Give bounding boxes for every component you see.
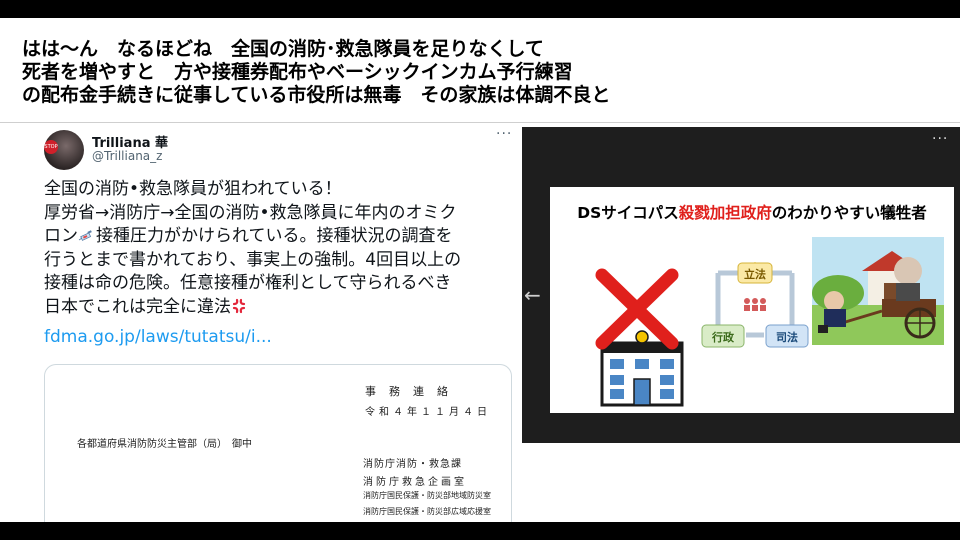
executive-label: 行政 (711, 330, 735, 344)
judiciary-label: 司法 (776, 330, 798, 344)
separation-of-powers-diagram: 立法 行政 司法 (701, 262, 809, 348)
tweet-text: 全国の消防•救急隊員が狙われている！ 厚労省→消防庁→全国の消防•救急隊員に年内… (44, 178, 522, 319)
document-sender: 消防庁国民保護・防災部広域応援室 (363, 507, 491, 516)
red-cross-mark-icon (595, 268, 679, 350)
viewer-more-options-icon[interactable]: ··· (932, 131, 948, 147)
tweet-more-options-icon[interactable]: ··· (496, 126, 512, 142)
headline-divider (0, 122, 960, 123)
tweet-text-line: ロン 接種圧力がかけられている。接種状況の調査を (44, 225, 522, 249)
rickshaw-illustration (812, 237, 944, 345)
slide-title-suffix: のわかりやすい犠牲者 (771, 204, 927, 222)
avatar[interactable]: STOP (44, 130, 84, 170)
tweet-card[interactable]: STOP Trilliana 華 @Trilliana_z ··· 全国の消防•… (28, 124, 522, 535)
bottom-letterbox-bar (0, 522, 960, 540)
headline-line-2: 死者を増やすと 方や接種券配布やベーシックインカム予行練習 (22, 61, 573, 83)
previous-arrow-icon[interactable]: ← (524, 285, 541, 305)
tweet-text-line: 接種は命の危険。任意接種が権利として守られるべき (44, 273, 452, 293)
headline-caption: はは〜ん なるほどね 全国の消防･救急隊員を足りなくして 死者を増やすと 方や接… (22, 38, 942, 107)
tweet-text-fragment: 接種圧力がかけられている。接種状況の調査を (96, 226, 453, 246)
tweet-text-line: 全国の消防•救急隊員が狙われている！ (44, 179, 342, 199)
document-recipient: 各都道府県消防防災主管部（局） 御中 (77, 439, 252, 450)
document-sender: 消防庁救急企画室 (363, 477, 467, 488)
image-viewer-panel[interactable]: ··· ← DSサイコパス殺戮加担政府のわかりやすい犠牲者 立法 行政 司法 (522, 127, 960, 443)
syringe-icon (78, 230, 92, 241)
headline-line-3: の配布金手続きに従事している市役所は無毒 その家族は体調不良と (22, 84, 611, 106)
document-sender: 消防庁消防・救急課 (363, 459, 462, 470)
document-header: 事務連絡 (365, 385, 461, 398)
tweet-text-fragment: ロン (44, 226, 78, 246)
top-letterbox-bar (0, 0, 960, 18)
page-background-area (522, 443, 960, 522)
tweet-text-line: 厚労省→消防庁→全国の消防•救急隊員に年内のオミク (44, 202, 457, 223)
document-sender: 消防庁国民保護・防災部地域防災室 (363, 491, 491, 500)
anger-symbol-icon (232, 298, 246, 313)
tweet-attached-document-image[interactable]: 事務連絡 令和４年１１月４日 各都道府県消防防災主管部（局） 御中 消防庁消防・… (44, 364, 512, 535)
document-date: 令和４年１１月４日 (365, 407, 491, 418)
tweet-text-line: 行うとまで書かれており、事実上の強制。4回目以上の (44, 249, 462, 270)
slide-title-highlight: 殺戮加担政府 (678, 204, 772, 222)
slide-title-prefix: DSサイコパス (577, 204, 679, 222)
avatar-stop-badge: STOP (44, 140, 58, 154)
tweet-handle[interactable]: @Trilliana_z (92, 149, 162, 163)
tweet-text-fragment: 日本でこれは完全に違法 (44, 296, 231, 317)
headline-line-1: はは〜ん なるほどね 全国の消防･救急隊員を足りなくして (22, 38, 544, 60)
tweet-link[interactable]: fdma.go.jp/laws/tutatsu/i... (44, 327, 272, 347)
tweet-text-line: 日本でこれは完全に違法 (44, 296, 522, 320)
slide-image: DSサイコパス殺戮加担政府のわかりやすい犠牲者 立法 行政 司法 (550, 187, 954, 413)
slide-title: DSサイコパス殺戮加担政府のわかりやすい犠牲者 (550, 201, 954, 223)
legislature-label: 立法 (744, 267, 766, 281)
